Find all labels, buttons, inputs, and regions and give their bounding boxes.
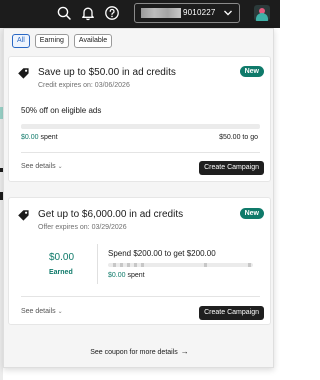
arrow-right-icon: → xyxy=(180,347,189,356)
search-icon[interactable] xyxy=(56,5,72,21)
tier-marker xyxy=(134,263,137,267)
filter-chip-available[interactable]: Available xyxy=(73,34,113,48)
offer-description: 50% off on eligible ads xyxy=(21,106,102,115)
progress-bar xyxy=(21,124,260,129)
filter-chip-all[interactable]: All xyxy=(12,34,30,48)
tier-marker xyxy=(141,263,144,267)
tag-icon xyxy=(17,67,30,80)
see-details-label: See details xyxy=(21,308,56,315)
new-badge: New xyxy=(239,66,264,77)
spent-suffix: spent xyxy=(38,134,58,141)
see-details-label: See details xyxy=(21,163,56,170)
spent-suffix: spent xyxy=(125,272,145,279)
spent-amount: $0.00 spent xyxy=(108,272,145,279)
offer-title: Get up to $6,000.00 in ad credits xyxy=(38,209,184,220)
tier-marker xyxy=(113,263,116,267)
account-id-redacted xyxy=(141,8,181,18)
amount-to-go: $50.00 to go xyxy=(219,134,258,141)
ad-credits-panel: All Earning Available Save up to $50.00 … xyxy=(3,28,274,368)
tier-marker xyxy=(248,263,251,267)
create-campaign-button[interactable]: Create Campaign xyxy=(199,306,264,320)
help-icon[interactable] xyxy=(104,5,120,21)
filter-chip-earning[interactable]: Earning xyxy=(34,34,69,48)
tier-progress-bar xyxy=(108,263,253,267)
see-details-link[interactable]: See details ⌄ xyxy=(21,308,63,315)
see-coupon-link[interactable]: See coupon for more details → xyxy=(4,347,275,356)
tier-marker xyxy=(120,263,123,267)
spend-to-get-text: Spend $200.00 to get $200.00 xyxy=(108,249,216,258)
top-navigation-bar: 9010227 xyxy=(0,0,280,28)
divider xyxy=(21,296,260,297)
earned-amount: $0.00 xyxy=(49,252,75,263)
account-number: 9010227 xyxy=(183,8,216,17)
avatar[interactable] xyxy=(254,5,270,21)
see-coupon-label: See coupon for more details xyxy=(90,349,178,356)
spent-amount: $0.00 spent xyxy=(21,134,58,141)
offer-expiry: Offer expires on: 03/29/2026 xyxy=(38,224,127,231)
spent-value: $0.00 xyxy=(108,272,126,279)
tier-marker xyxy=(127,263,130,267)
divider xyxy=(21,152,260,153)
spent-value: $0.00 xyxy=(21,134,39,141)
offer-title: Save up to $50.00 in ad credits xyxy=(38,67,176,78)
chevron-down-icon xyxy=(224,10,232,16)
chevron-down-icon: ⌄ xyxy=(57,309,63,315)
tier-marker xyxy=(204,263,207,267)
filter-chips: All Earning Available xyxy=(12,34,113,48)
create-campaign-button[interactable]: Create Campaign xyxy=(199,161,264,175)
offer-card: Get up to $6,000.00 in ad credits Offer … xyxy=(8,197,271,325)
vertical-divider xyxy=(97,244,98,284)
account-selector[interactable]: 9010227 xyxy=(134,3,240,23)
chevron-down-icon: ⌄ xyxy=(57,164,63,170)
earned-label: Earned xyxy=(49,269,73,276)
bell-icon[interactable] xyxy=(80,5,96,21)
tag-icon xyxy=(17,209,30,222)
avatar-body xyxy=(256,13,268,21)
offer-card: Save up to $50.00 in ad credits Credit e… xyxy=(8,56,271,182)
offer-expiry: Credit expires on: 03/06/2026 xyxy=(38,82,130,89)
see-details-link[interactable]: See details ⌄ xyxy=(21,163,63,170)
new-badge: New xyxy=(239,208,264,219)
